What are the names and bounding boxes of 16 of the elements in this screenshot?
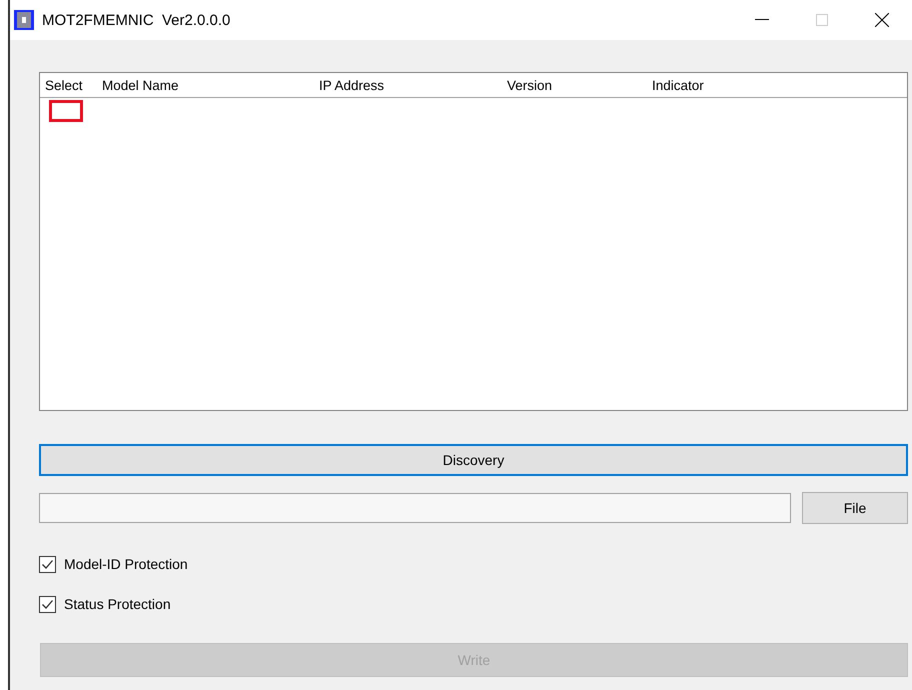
- file-path-field[interactable]: [39, 493, 791, 523]
- column-header: Version: [506, 77, 554, 95]
- minimize-icon[interactable]: [755, 19, 769, 21]
- checkbox[interactable]: [39, 596, 56, 612]
- column-header: IP Address: [318, 77, 386, 95]
- file-button[interactable]: File: [802, 492, 908, 524]
- checkbox-label: Model-ID Protection: [64, 556, 188, 572]
- app-icon: [14, 10, 34, 30]
- discovery-button[interactable]: Discovery: [39, 444, 908, 476]
- column-header: Indicator: [651, 77, 705, 95]
- checkbox[interactable]: [39, 556, 56, 572]
- close-icon[interactable]: [875, 13, 889, 27]
- window-title: MOT2FMEMNIC Ver2.0.0.0: [42, 12, 232, 28]
- checkbox-label: Status Protection: [64, 596, 171, 612]
- column-header: Model Name: [101, 77, 180, 95]
- column-header: Select: [44, 77, 84, 95]
